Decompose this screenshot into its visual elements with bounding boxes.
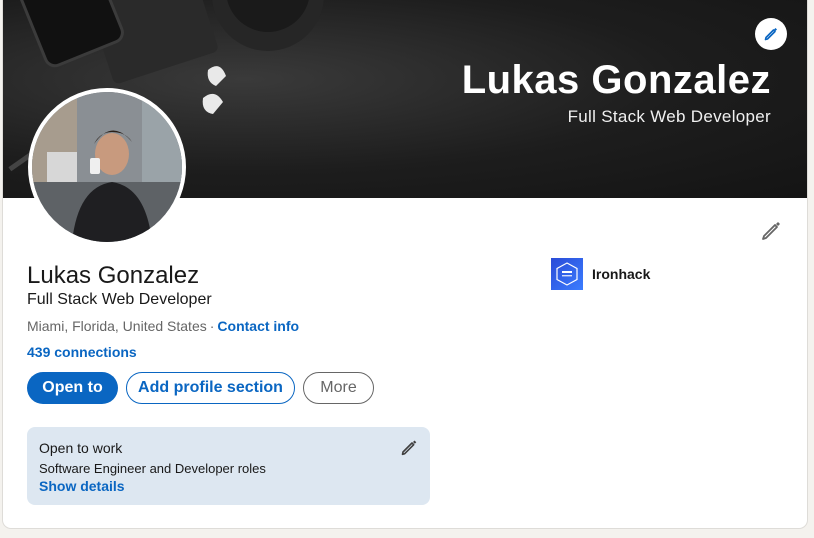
show-details-link[interactable]: Show details <box>39 478 418 494</box>
edit-banner-button[interactable] <box>755 18 787 50</box>
company-name: Ironhack <box>592 266 651 282</box>
open-to-work-title: Open to work <box>39 440 123 456</box>
location-line: Miami, Florida, United States · Contact in… <box>27 318 299 334</box>
banner-name: Lukas Gonzalez <box>461 58 771 102</box>
separator-dot: · <box>209 318 215 334</box>
pencil-icon <box>764 28 777 41</box>
pencil-icon[interactable] <box>400 439 418 457</box>
add-profile-section-button[interactable]: Add profile section <box>126 372 295 404</box>
connections-link[interactable]: 439 connections <box>27 344 137 360</box>
pencil-icon <box>762 222 780 240</box>
current-company[interactable]: Ironhack <box>551 258 650 290</box>
profile-headline: Full Stack Web Developer <box>27 291 212 308</box>
open-to-work-roles: Software Engineer and Developer roles <box>39 461 266 476</box>
edit-intro-button[interactable] <box>759 219 783 243</box>
profile-name: Lukas Gonzalez <box>27 262 200 289</box>
banner-headline: Full Stack Web Developer <box>567 107 771 126</box>
more-button[interactable]: More <box>303 372 374 404</box>
contact-info-link[interactable]: Contact info <box>217 318 299 334</box>
open-to-work-card[interactable]: Open to work Software Engineer and Devel… <box>27 427 430 505</box>
open-to-button[interactable]: Open to <box>27 372 118 404</box>
profile-location: Miami, Florida, United States <box>27 318 207 334</box>
profile-photo <box>32 92 182 242</box>
profile-card: Lukas Gonzalez Full Stack Web Developer <box>3 0 807 528</box>
ironhack-logo-icon <box>551 258 583 290</box>
avatar[interactable] <box>28 88 186 246</box>
